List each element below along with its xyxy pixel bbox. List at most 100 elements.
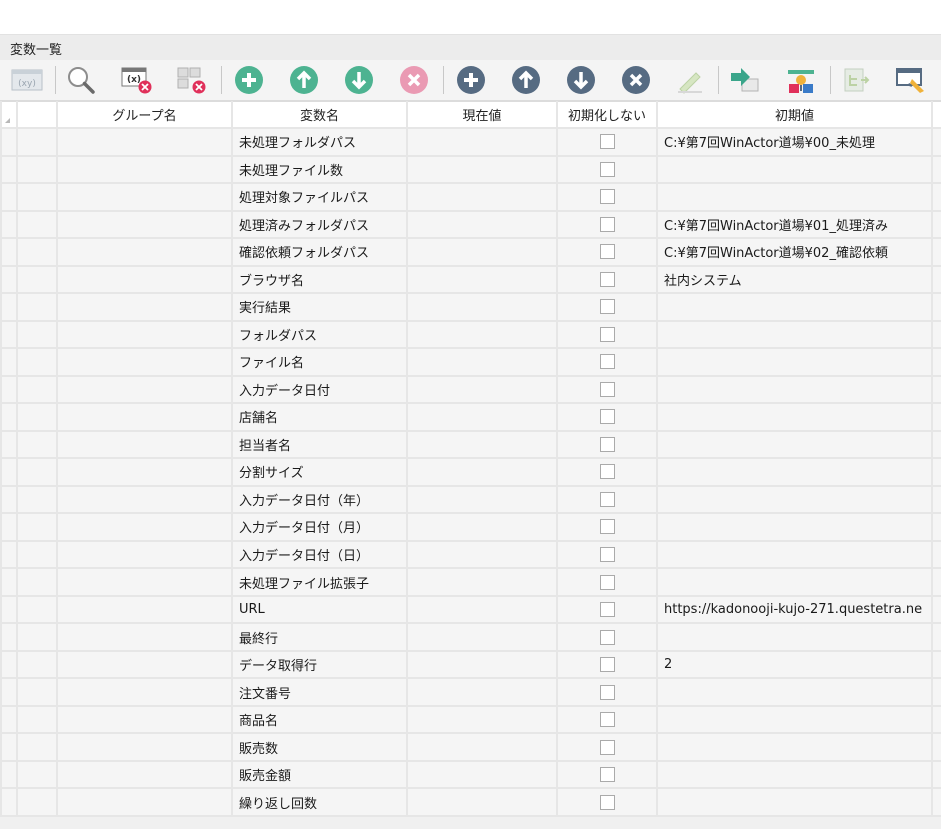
row-marker-cell[interactable] [0,429,18,460]
no-init-checkbox[interactable] [599,271,615,287]
variable-name-cell[interactable]: 入力データ日付（日） [231,539,408,570]
variable-name-cell[interactable]: ブラウザ名 [231,264,408,295]
initial-value-cell[interactable] [656,319,933,350]
table-row[interactable]: ブラウザ名 社内システム [0,264,941,295]
initial-value-cell[interactable] [656,704,933,735]
group-name-cell[interactable] [56,292,233,322]
initial-value-cell[interactable] [656,622,933,652]
row-marker-cell[interactable] [0,264,18,295]
row-marker-cell[interactable] [0,374,18,405]
variable-name-cell[interactable]: 販売金額 [231,759,408,790]
variable-name-cell[interactable]: フォルダパス [231,319,408,350]
initial-value-cell[interactable] [656,457,933,487]
current-value-cell[interactable] [406,264,558,295]
no-init-checkbox[interactable] [599,326,615,342]
table-row[interactable]: 入力データ日付（月） [0,512,941,542]
delete-group-button[interactable] [397,65,431,95]
variable-name-cell[interactable]: 分割サイズ [231,457,408,487]
no-init-checkbox[interactable] [599,657,615,673]
initial-value-cell[interactable] [656,292,933,322]
row-number-cell[interactable] [16,457,58,487]
clear-group-button[interactable] [174,65,208,95]
group-name-header[interactable]: グループ名 [56,101,233,129]
current-value-cell[interactable] [406,402,558,432]
select-all-corner[interactable] [0,101,18,129]
variable-name-cell[interactable]: 最終行 [231,622,408,652]
initial-value-cell[interactable] [656,402,933,432]
row-number-cell[interactable] [16,649,58,680]
current-value-cell[interactable] [406,319,558,350]
row-marker-cell[interactable] [0,402,18,432]
row-marker-cell[interactable] [0,622,18,652]
group-name-cell[interactable] [56,347,233,377]
current-value-cell[interactable] [406,622,558,652]
row-number-cell[interactable] [16,539,58,570]
variable-name-cell[interactable]: 実行結果 [231,292,408,322]
current-value-cell[interactable] [406,182,558,212]
move-variable-down-button[interactable] [564,65,598,95]
no-init-checkbox[interactable] [599,602,615,618]
no-init-checkbox[interactable] [599,436,615,452]
table-row[interactable]: 商品名 [0,704,941,735]
table-row[interactable]: 最終行 [0,622,941,652]
no-init-checkbox[interactable] [599,546,615,562]
row-number-cell[interactable] [16,484,58,515]
current-value-cell[interactable] [406,457,558,487]
table-row[interactable]: 実行結果 [0,292,941,322]
row-marker-cell[interactable] [0,567,18,597]
variable-name-cell[interactable]: 未処理フォルダパス [231,127,408,157]
no-init-checkbox[interactable] [599,684,615,700]
no-init-checkbox[interactable] [599,794,615,810]
search-button[interactable] [64,65,98,95]
group-name-cell[interactable] [56,237,233,267]
initial-value-header[interactable]: 初期値 [656,101,933,129]
variable-name-cell[interactable]: 店舗名 [231,402,408,432]
table-row[interactable]: 処理対象ファイルパス [0,182,941,212]
row-marker-cell[interactable] [0,237,18,267]
group-name-cell[interactable] [56,429,233,460]
current-value-cell[interactable] [406,429,558,460]
row-marker-cell[interactable] [0,732,18,762]
row-number-cell[interactable] [16,264,58,295]
initial-value-cell[interactable]: C:¥第7回WinActor道場¥00_未処理 [656,127,933,157]
initial-value-cell[interactable] [656,787,933,817]
no-init-checkbox[interactable] [599,464,615,480]
current-value-cell[interactable] [406,539,558,570]
row-number-cell[interactable] [16,402,58,432]
row-number-cell[interactable] [16,512,58,542]
no-init-checkbox[interactable] [599,491,615,507]
table-row[interactable]: 入力データ日付（年） [0,484,941,515]
table-row[interactable]: データ取得行 2 [0,649,941,680]
table-row[interactable]: ファイル名 [0,347,941,377]
row-marker-cell[interactable] [0,457,18,487]
row-number-cell[interactable] [16,319,58,350]
initial-value-cell[interactable]: 2 [656,649,933,680]
no-init-checkbox[interactable] [599,244,615,260]
variable-name-cell[interactable]: 販売数 [231,732,408,762]
group-name-cell[interactable] [56,512,233,542]
move-variable-up-button[interactable] [509,65,543,95]
variable-name-cell[interactable]: 入力データ日付（年） [231,484,408,515]
initial-value-cell[interactable] [656,347,933,377]
initial-value-cell[interactable] [656,539,933,570]
table-row[interactable]: 分割サイズ [0,457,941,487]
initial-value-cell[interactable] [656,677,933,707]
row-number-cell[interactable] [16,622,58,652]
row-marker-cell[interactable] [0,182,18,212]
variable-name-cell[interactable]: 入力データ日付（月） [231,512,408,542]
variable-name-cell[interactable]: 商品名 [231,704,408,735]
initial-value-cell[interactable] [656,759,933,790]
export-button[interactable] [728,65,762,95]
group-name-cell[interactable] [56,732,233,762]
current-value-cell[interactable] [406,704,558,735]
delete-variable-button[interactable] [619,65,653,95]
add-group-button[interactable] [232,65,266,95]
no-init-checkbox[interactable] [599,216,615,232]
table-row[interactable]: 入力データ日付（日） [0,539,941,570]
initial-value-cell[interactable] [656,182,933,212]
variable-name-cell[interactable]: 確認依頼フォルダパス [231,237,408,267]
row-marker-cell[interactable] [0,787,18,817]
row-marker-cell[interactable] [0,759,18,790]
group-name-cell[interactable] [56,567,233,597]
table-row[interactable]: 販売金額 [0,759,941,790]
